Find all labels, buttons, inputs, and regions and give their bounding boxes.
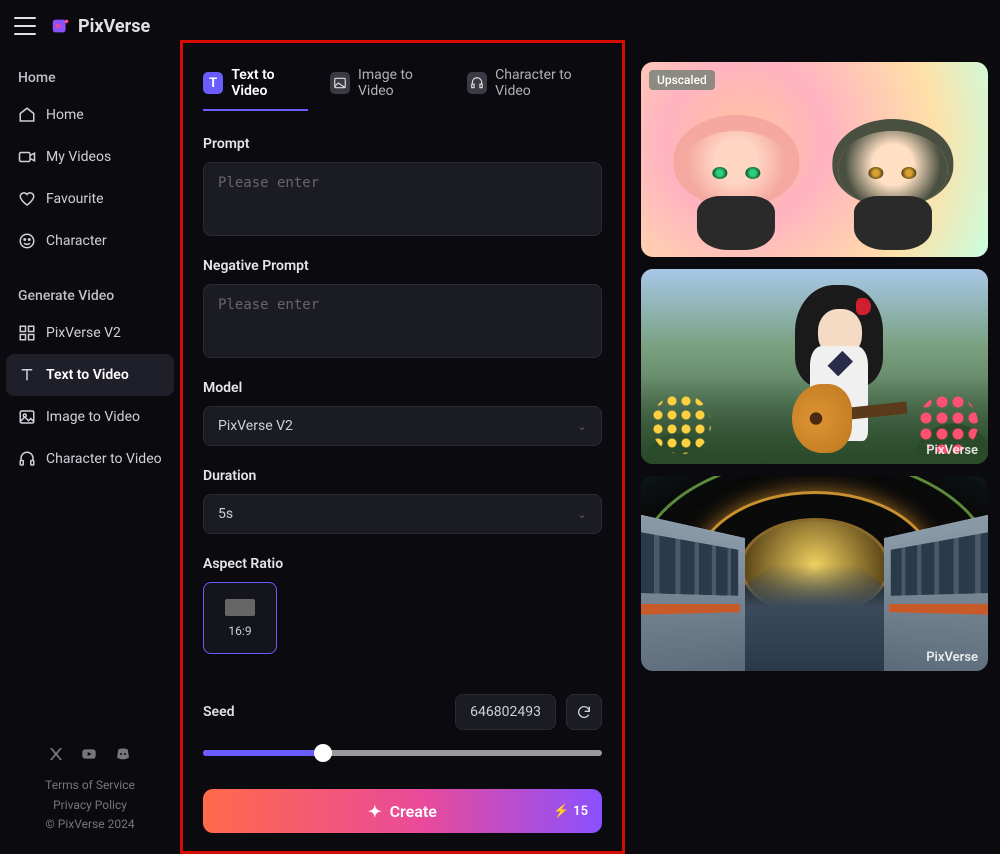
text-icon	[18, 366, 36, 384]
bolt-icon: ⚡	[553, 804, 569, 819]
negative-prompt-label: Negative Prompt	[203, 258, 602, 274]
sparkle-icon: ✦	[368, 802, 381, 821]
model-select[interactable]: PixVerse V2 ⌄	[203, 406, 602, 446]
aspect-ratio-16-9[interactable]: 16:9	[203, 582, 277, 654]
footer-copyright: © PixVerse 2024	[6, 815, 174, 834]
watermark: PixVerse	[926, 650, 978, 665]
sidebar-item-character-to-video[interactable]: Character to Video	[6, 438, 174, 480]
grid-icon	[18, 324, 36, 342]
seed-label: Seed	[203, 704, 235, 720]
heart-icon	[18, 190, 36, 208]
face-icon	[18, 232, 36, 250]
sidebar-item-character[interactable]: Character	[6, 220, 174, 262]
create-button[interactable]: ✦ Create ⚡ 15	[203, 789, 602, 833]
seed-refresh-button[interactable]	[566, 694, 602, 730]
video-icon	[18, 148, 36, 166]
headphones-icon	[467, 72, 487, 94]
prompt-label: Prompt	[203, 136, 602, 152]
gallery-item-1[interactable]: Upscaled	[641, 62, 988, 257]
sidebar-item-home[interactable]: Home	[6, 94, 174, 136]
sidebar-item-my-videos[interactable]: My Videos	[6, 136, 174, 178]
prompt-input[interactable]	[203, 162, 602, 236]
menu-icon[interactable]	[14, 17, 36, 35]
chevron-down-icon: ⌄	[577, 419, 587, 433]
sidebar-section-generate: Generate Video	[6, 280, 174, 312]
sidebar-item-image-to-video[interactable]: Image to Video	[6, 396, 174, 438]
home-icon	[18, 106, 36, 124]
text-icon: T	[203, 72, 223, 94]
seed-value[interactable]: 646802493	[455, 694, 556, 730]
tab-image-to-video[interactable]: Image to Video	[330, 61, 445, 109]
sidebar-item-text-to-video[interactable]: Text to Video	[6, 354, 174, 396]
pixverse-logo-icon	[50, 15, 72, 37]
negative-prompt-input[interactable]	[203, 284, 602, 358]
chevron-down-icon: ⌄	[577, 507, 587, 521]
sidebar-item-favourite[interactable]: Favourite	[6, 178, 174, 220]
generation-panel: T Text to Video Image to Video Character…	[180, 40, 625, 854]
aspect-shape-icon	[225, 599, 255, 616]
credits-badge: ⚡ 15	[553, 804, 588, 819]
footer-terms[interactable]: Terms of Service	[6, 776, 174, 795]
headphones-icon	[18, 450, 36, 468]
gallery: Upscaled PixVerse PixVerse	[641, 52, 988, 854]
model-label: Model	[203, 380, 602, 396]
seed-slider-fill	[203, 750, 323, 756]
watermark: PixVerse	[926, 443, 978, 458]
aspect-ratio-label: Aspect Ratio	[203, 556, 602, 572]
discord-icon[interactable]	[114, 746, 132, 766]
sidebar-item-pixverse-v2[interactable]: PixVerse V2	[6, 312, 174, 354]
duration-select[interactable]: 5s ⌄	[203, 494, 602, 534]
x-icon[interactable]	[48, 746, 64, 766]
seed-slider-thumb[interactable]	[314, 744, 332, 762]
duration-label: Duration	[203, 468, 602, 484]
tab-text-to-video[interactable]: T Text to Video	[203, 61, 308, 109]
youtube-icon[interactable]	[80, 746, 98, 766]
gallery-item-2[interactable]: PixVerse	[641, 269, 988, 464]
brand-name: PixVerse	[78, 16, 150, 37]
gallery-item-3[interactable]: PixVerse	[641, 476, 988, 671]
upscaled-badge: Upscaled	[649, 70, 715, 90]
brand-logo[interactable]: PixVerse	[50, 15, 150, 37]
seed-slider[interactable]	[203, 750, 602, 756]
sidebar-section-home: Home	[6, 62, 174, 94]
footer-privacy[interactable]: Privacy Policy	[6, 796, 174, 815]
tab-character-to-video[interactable]: Character to Video	[467, 61, 602, 109]
image-icon	[330, 72, 350, 94]
sidebar: Home Home My Videos Favourite Character …	[0, 52, 180, 854]
refresh-icon	[576, 704, 592, 720]
image-icon	[18, 408, 36, 426]
